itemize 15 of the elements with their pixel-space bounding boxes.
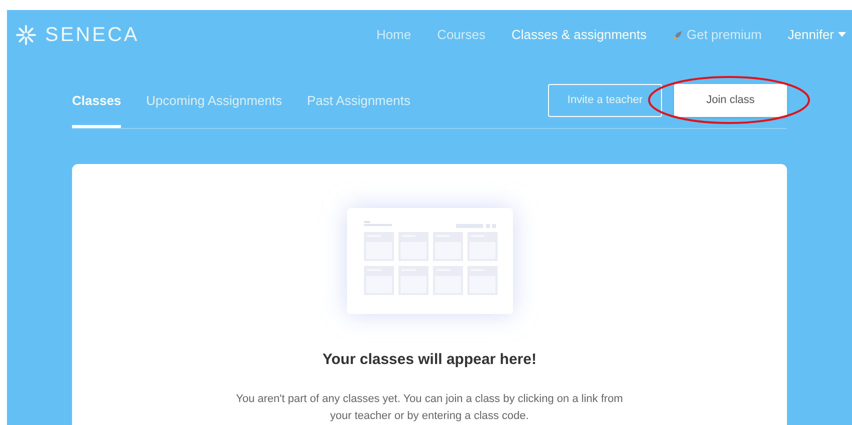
tab[interactable]: Past Assignments: [307, 76, 410, 128]
invite-button[interactable]: Invite a teacher: [548, 84, 662, 117]
tab[interactable]: Classes: [72, 76, 122, 128]
caret-icon: [838, 32, 846, 38]
nav-link[interactable]: Home: [376, 24, 412, 44]
logo-text[interactable]: SENECA: [45, 20, 140, 50]
join-button[interactable]: Join class: [674, 84, 787, 117]
rocket-icon: [672, 30, 683, 40]
empty-state-title: Your classes will appear here!: [322, 350, 536, 370]
nav-link[interactable]: Classes & assignments: [511, 24, 647, 44]
empty-state-message: You aren't part of any classes yet. You can join a class by clicking on a link from your teacher or by entering a class code.: [235, 392, 624, 424]
nav-link[interactable]: Courses: [437, 24, 486, 44]
user-menu[interactable]: Jennifer: [788, 24, 846, 44]
tab[interactable]: Upcoming Assignments: [146, 76, 282, 128]
nav-link[interactable]: Get premium: [672, 24, 762, 44]
